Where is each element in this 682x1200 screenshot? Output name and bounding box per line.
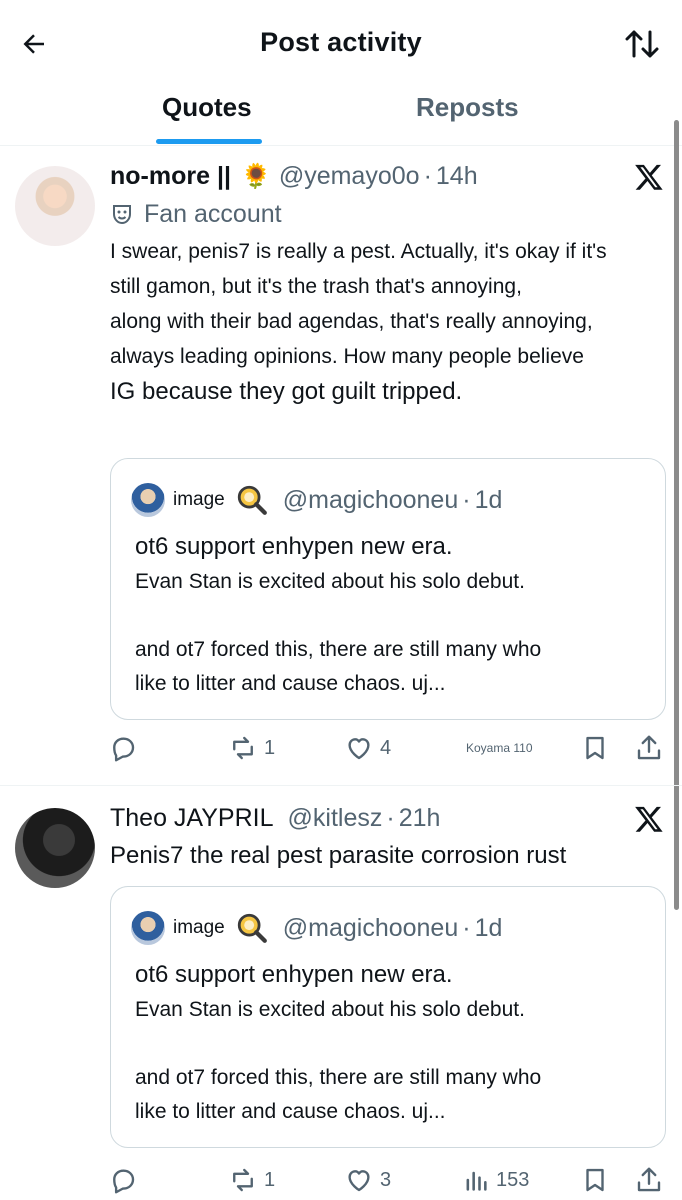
active-tab-indicator bbox=[156, 139, 262, 144]
views-chart-icon bbox=[466, 1171, 487, 1191]
repost-button[interactable]: 1 bbox=[228, 728, 275, 768]
quoted-handle[interactable]: @magichooneu bbox=[283, 914, 459, 943]
quoted-text-line: Evan Stan is excited about his solo debu… bbox=[135, 998, 525, 1021]
bookmark-button[interactable] bbox=[580, 1160, 610, 1200]
tab-reposts[interactable]: Reposts bbox=[416, 92, 519, 123]
reply-button[interactable] bbox=[108, 728, 138, 768]
quoted-text-line: Evan Stan is excited about his solo debu… bbox=[135, 570, 525, 593]
magnifier-emoji-icon bbox=[237, 485, 267, 515]
reply-icon bbox=[113, 737, 135, 762]
action-bar: 1 3 153 bbox=[0, 1160, 682, 1200]
repost-count: 1 bbox=[264, 1168, 276, 1191]
avatar[interactable] bbox=[15, 808, 95, 888]
reply-icon bbox=[113, 1169, 135, 1194]
x-logo-icon bbox=[635, 164, 663, 190]
fan-account-label: Fan account bbox=[110, 200, 282, 229]
theater-masks-icon bbox=[113, 204, 131, 224]
quoted-avatar[interactable] bbox=[131, 483, 165, 517]
quoted-name-label: image bbox=[173, 917, 225, 938]
bookmark-button[interactable] bbox=[580, 728, 610, 768]
quoted-post-card[interactable]: image @magichooneu · 1d ot6 support enhy… bbox=[110, 886, 666, 1148]
repost-icon bbox=[233, 736, 253, 760]
bookmark-icon bbox=[586, 736, 604, 760]
top-bar: Post activity bbox=[0, 0, 682, 88]
user-handle[interactable]: @kitlesz bbox=[288, 804, 383, 833]
quoted-avatar[interactable] bbox=[131, 911, 165, 945]
tab-bar: Quotes Reposts bbox=[0, 80, 682, 146]
quoted-text-line: like to litter and cause chaos. uj... bbox=[135, 1100, 446, 1123]
repost-button[interactable]: 1 bbox=[228, 1160, 275, 1200]
page-title: Post activity bbox=[260, 27, 422, 57]
quoted-post-card[interactable]: image @magichooneu · 1d ot6 support enhy… bbox=[110, 458, 666, 720]
share-icon bbox=[637, 735, 661, 760]
display-name[interactable]: no-more || bbox=[110, 162, 231, 191]
quoted-text-line: and ot7 forced this, there are still man… bbox=[135, 638, 542, 661]
like-button[interactable]: 3 bbox=[344, 1160, 391, 1200]
timestamp[interactable]: 14h bbox=[436, 162, 478, 191]
post-header: Theo JAYPRIL @kitlesz · 21h bbox=[110, 804, 440, 833]
magnifier-emoji-icon bbox=[237, 913, 267, 943]
display-name[interactable]: Theo JAYPRIL bbox=[110, 804, 274, 833]
quoted-name-label: image bbox=[173, 489, 225, 510]
post-text-line: Penis7 the real pest parasite corrosion … bbox=[110, 842, 567, 869]
quoted-timestamp: 1d bbox=[474, 913, 503, 942]
sort-arrows-icon bbox=[625, 30, 659, 58]
views-count: 153 bbox=[496, 1168, 530, 1191]
timestamp[interactable]: 21h bbox=[399, 804, 441, 833]
post-text-line: I swear, penis7 is really a pest. Actual… bbox=[110, 240, 607, 263]
post-text-line: along with their bad agendas, that's rea… bbox=[110, 310, 593, 333]
quoted-text-line: and ot7 forced this, there are still man… bbox=[135, 1066, 542, 1089]
views-text: Koyama 110 bbox=[466, 741, 533, 755]
tab-quotes[interactable]: Quotes bbox=[162, 92, 252, 123]
separator-dot: · bbox=[462, 913, 471, 942]
heart-icon bbox=[348, 1170, 370, 1192]
quoted-handle[interactable]: @magichooneu bbox=[283, 486, 459, 515]
quoted-text-line: ot6 support enhypen new era. bbox=[135, 961, 453, 988]
user-handle[interactable]: @yemayo0o bbox=[279, 162, 420, 191]
quoted-timestamp: 1d bbox=[474, 485, 503, 514]
x-logo-icon bbox=[635, 806, 663, 832]
separator-dot: · bbox=[462, 485, 471, 514]
quoted-post-text: ot6 support enhypen new era. Evan Stan i… bbox=[135, 957, 655, 1129]
like-count: 3 bbox=[380, 1168, 392, 1191]
like-button[interactable]: 4 bbox=[344, 728, 391, 768]
separator-dot: · bbox=[423, 162, 432, 190]
separator-dot: · bbox=[386, 804, 395, 832]
post-text-line: always leading opinions. How many people… bbox=[110, 345, 584, 368]
post-text: Penis7 the real pest parasite corrosion … bbox=[110, 838, 566, 873]
views-label[interactable]: Koyama 110 bbox=[466, 728, 533, 768]
heart-icon bbox=[348, 738, 370, 760]
fan-account-text: Fan account bbox=[144, 200, 282, 228]
quoted-text-line: ot6 support enhypen new era. bbox=[135, 533, 453, 560]
reply-button[interactable] bbox=[108, 1160, 138, 1200]
quoted-post-text: ot6 support enhypen new era. Evan Stan i… bbox=[135, 529, 655, 701]
quoted-post-header: image @magichooneu · 1d bbox=[131, 483, 502, 517]
sunflower-emoji: 🌻 bbox=[240, 163, 271, 190]
quote-post[interactable]: no-more || 🌻 @yemayo0o · 14h Fan account… bbox=[0, 146, 682, 786]
views-button[interactable]: 153 bbox=[462, 1160, 529, 1200]
action-bar: 1 4 Koyama 110 bbox=[0, 728, 682, 768]
like-count: 4 bbox=[380, 736, 392, 759]
share-button[interactable] bbox=[634, 1160, 664, 1200]
repost-icon bbox=[233, 1168, 253, 1192]
sort-button[interactable] bbox=[620, 24, 664, 64]
quoted-text-line: like to litter and cause chaos. uj... bbox=[135, 672, 446, 695]
post-header: no-more || 🌻 @yemayo0o · 14h bbox=[110, 162, 478, 191]
share-button[interactable] bbox=[634, 728, 664, 768]
post-text-line: IG because they got guilt tripped. bbox=[110, 378, 463, 405]
post-text-line: still gamon, but it's the trash that's a… bbox=[110, 275, 522, 298]
post-text: I swear, penis7 is really a pest. Actual… bbox=[110, 234, 607, 409]
bookmark-icon bbox=[586, 1168, 604, 1192]
avatar[interactable] bbox=[15, 166, 95, 246]
quoted-post-header: image @magichooneu · 1d bbox=[131, 911, 502, 945]
quote-post[interactable]: Theo JAYPRIL @kitlesz · 21h Penis7 the r… bbox=[0, 786, 682, 1200]
repost-count: 1 bbox=[264, 736, 276, 759]
share-icon bbox=[637, 1167, 661, 1192]
